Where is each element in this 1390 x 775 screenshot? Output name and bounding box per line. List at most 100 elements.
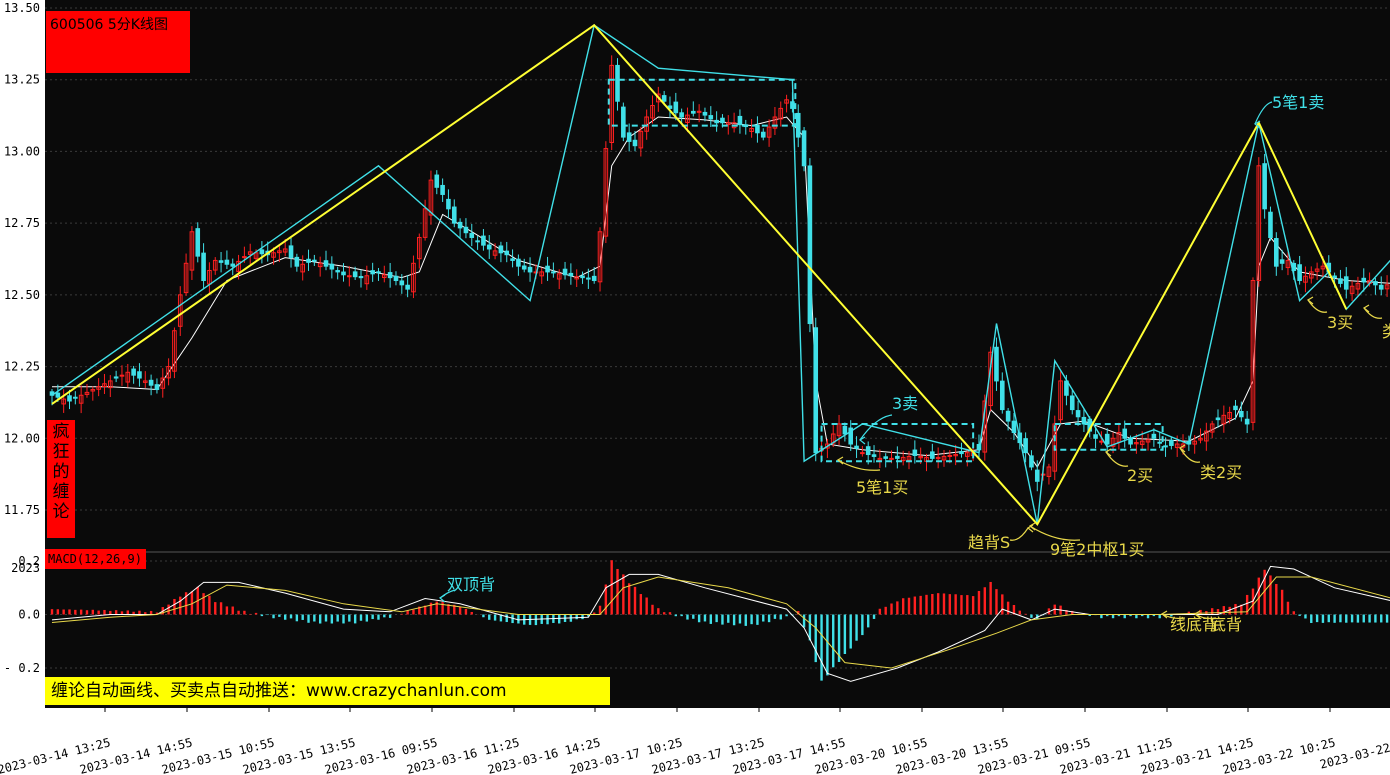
down-candle <box>481 235 486 246</box>
down-candle <box>486 244 492 250</box>
down-candle <box>1239 411 1244 418</box>
macd-tick-label: 0.0 <box>18 608 40 622</box>
down-candle <box>930 451 935 459</box>
down-candle <box>702 111 708 116</box>
down-candle <box>551 271 556 274</box>
price-tick-label: 12.75 <box>4 216 40 230</box>
down-candle <box>1034 469 1040 482</box>
promo-banner: 缠论自动画线、买卖点自动推送：www.crazychanlun.com <box>45 677 610 705</box>
down-candle <box>679 112 684 118</box>
down-candle <box>1378 284 1384 290</box>
down-candle <box>562 268 568 276</box>
down-candle <box>312 259 317 262</box>
stray-axis-text: 2023 <box>11 561 40 575</box>
down-candle <box>434 174 440 188</box>
chart-canvas: 3卖5笔1卖5笔1买趋背S9笔2中枢1买2买类2买3买类双顶背线底背底背 13.… <box>0 0 1390 775</box>
down-candle <box>469 232 475 238</box>
signal-annotation: 底背 <box>1210 615 1242 634</box>
down-candle <box>1297 264 1302 282</box>
up-candle <box>242 256 247 259</box>
down-candle <box>1157 441 1163 444</box>
down-candle <box>294 256 300 267</box>
down-candle <box>1244 418 1250 425</box>
down-candle <box>113 376 119 379</box>
down-candle <box>498 245 504 254</box>
down-candle <box>475 240 480 243</box>
down-candle <box>1029 455 1034 468</box>
down-candle <box>463 226 469 234</box>
down-candle <box>440 184 445 195</box>
down-candle <box>1268 211 1273 238</box>
down-candle <box>521 265 527 270</box>
down-candle <box>1069 395 1075 411</box>
down-candle <box>626 132 632 142</box>
down-candle <box>131 368 136 376</box>
up-candle <box>860 452 865 455</box>
down-candle <box>1011 420 1017 434</box>
chart-title: 600506 5分K线图 <box>46 11 190 73</box>
down-candle <box>259 249 265 255</box>
price-tick-label: 11.75 <box>4 503 40 517</box>
down-candle <box>1343 276 1349 290</box>
down-candle <box>341 271 346 276</box>
down-candle <box>591 275 597 282</box>
down-candle <box>760 131 766 138</box>
down-candle <box>323 260 329 267</box>
up-candle <box>889 457 894 460</box>
down-candle <box>1163 445 1168 448</box>
down-candle <box>708 115 714 120</box>
down-candle <box>673 101 679 114</box>
down-candle <box>73 396 78 399</box>
down-candle <box>871 454 877 457</box>
signal-annotation: 9笔2中枢1买 <box>1050 540 1145 559</box>
signal-annotation: 5笔1买 <box>856 478 908 497</box>
up-candle <box>119 374 125 377</box>
down-candle <box>632 139 638 147</box>
signal-annotation: 趋背S <box>968 533 1010 552</box>
down-candle <box>842 425 848 435</box>
side-char: 论 <box>52 502 70 522</box>
down-candle <box>865 446 871 456</box>
down-candle <box>586 277 591 280</box>
down-candle <box>224 259 230 265</box>
down-candle <box>1023 438 1028 454</box>
down-candle <box>568 272 574 277</box>
chart-stage: 3卖5笔1卖5笔1买趋背S9笔2中枢1买2买类2买3买类双顶背线底背底背 13.… <box>0 0 1390 775</box>
macd-tick-label: - 0.2 <box>4 661 40 675</box>
price-tick-label: 13.00 <box>4 144 40 158</box>
down-candle <box>218 260 224 263</box>
up-candle <box>947 454 953 457</box>
down-candle <box>895 455 900 459</box>
price-tick-label: 13.25 <box>4 73 40 87</box>
down-candle <box>737 115 743 126</box>
side-char: 缠 <box>52 482 70 502</box>
signal-annotation: 3卖 <box>892 394 918 413</box>
side-label: 疯 狂 的 缠 论 <box>47 420 75 538</box>
down-candle <box>148 379 154 386</box>
down-candle <box>1215 417 1221 421</box>
down-candle <box>795 112 801 138</box>
down-candle <box>510 258 515 261</box>
down-candle <box>801 130 807 167</box>
price-tick-label: 12.50 <box>4 288 40 302</box>
down-candle <box>621 106 626 138</box>
down-candle <box>615 64 620 102</box>
down-candle <box>370 270 375 275</box>
side-char: 的 <box>52 462 70 482</box>
down-candle <box>883 456 888 459</box>
down-candle <box>393 275 399 282</box>
down-candle <box>288 245 294 259</box>
price-tick-label: 13.50 <box>4 1 40 15</box>
down-candle <box>137 371 142 379</box>
down-candle <box>154 384 160 391</box>
down-candle <box>405 284 410 290</box>
down-candle <box>813 327 819 454</box>
down-candle <box>399 280 405 286</box>
down-candle <box>854 445 859 449</box>
down-candle <box>55 392 61 398</box>
down-candle <box>306 258 311 263</box>
down-candle <box>545 265 550 273</box>
down-candle <box>1093 434 1098 439</box>
down-candle <box>446 198 451 210</box>
down-candle <box>376 271 381 274</box>
